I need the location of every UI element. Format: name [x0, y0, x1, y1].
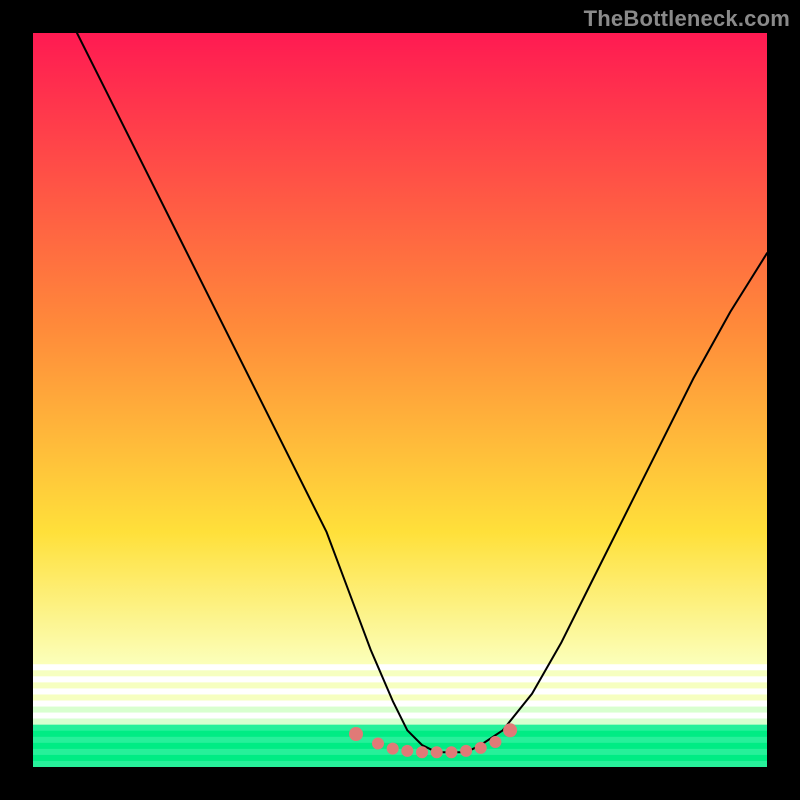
valley-dot — [460, 745, 472, 757]
chart-frame: TheBottleneck.com — [0, 0, 800, 800]
bottleneck-chart — [33, 33, 767, 767]
valley-dot — [349, 727, 363, 741]
valley-dot — [489, 736, 501, 748]
valley-dot — [431, 746, 443, 758]
valley-dot — [416, 746, 428, 758]
valley-dot — [401, 745, 413, 757]
valley-dot — [372, 738, 384, 750]
valley-dot — [445, 746, 457, 758]
gradient-background — [33, 33, 767, 767]
valley-dot — [387, 743, 399, 755]
watermark-text: TheBottleneck.com — [584, 6, 790, 32]
plot-area — [33, 33, 767, 767]
valley-dot — [503, 723, 517, 737]
valley-dot — [475, 742, 487, 754]
